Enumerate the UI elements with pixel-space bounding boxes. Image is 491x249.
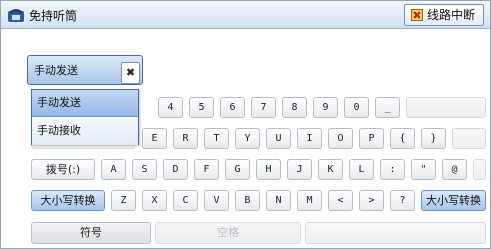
key-i[interactable]: I [297,128,322,149]
hang-up-button[interactable]: 线路中断 [403,4,484,26]
key-v[interactable]: V [204,190,229,211]
key-p[interactable]: P [359,128,384,149]
key-left-brace[interactable]: { [390,128,415,149]
key-g[interactable]: G [225,159,250,180]
key-s[interactable]: S [132,159,157,180]
key-shift-right[interactable]: 大小写转换 [421,190,486,211]
key-e[interactable]: E [142,128,167,149]
key-8[interactable]: 8 [282,97,307,118]
send-mode-dropdown[interactable]: 手动发送 ✖ [27,55,143,85]
key-y[interactable]: Y [235,128,260,149]
key-h[interactable]: H [256,159,281,180]
key-5[interactable]: 5 [189,97,214,118]
key-dial[interactable]: 拨号(:) [31,159,95,180]
menu-item-manual-send[interactable]: 手动发送 [32,90,138,117]
dropdown-selected-value: 手动发送 [34,64,78,77]
key-underscore[interactable]: _ [375,97,400,118]
key-f[interactable]: F [194,159,219,180]
key-space[interactable]: 空格 [155,222,301,244]
key-l[interactable]: L [349,159,374,180]
key-blank[interactable] [305,222,486,244]
key-r[interactable]: R [173,128,198,149]
key-u[interactable]: U [266,128,291,149]
key-j[interactable]: J [287,159,312,180]
telephone-icon [8,9,24,22]
key-blank[interactable] [452,128,486,149]
key-greater-than[interactable]: > [359,190,384,211]
key-6[interactable]: 6 [220,97,245,118]
key-shift-left[interactable]: 大小写转换 [31,190,105,211]
key-z[interactable]: Z [111,190,136,211]
title-bar: 免持听筒 线路中断 [1,1,490,29]
key-at[interactable]: @ [442,159,467,180]
key-b[interactable]: B [235,190,260,211]
key-colon[interactable]: : [380,159,405,180]
key-9[interactable]: 9 [313,97,338,118]
key-d[interactable]: D [163,159,188,180]
key-symbols[interactable]: 符号 [31,222,151,244]
key-4[interactable]: 4 [158,97,183,118]
key-blank[interactable] [473,159,486,180]
key-t[interactable]: T [204,128,229,149]
hang-up-icon [410,9,423,21]
key-x[interactable]: X [142,190,167,211]
key-0[interactable]: 0 [344,97,369,118]
key-o[interactable]: O [328,128,353,149]
key-m[interactable]: M [297,190,322,211]
key-k[interactable]: K [318,159,343,180]
key-a[interactable]: A [101,159,126,180]
key-quote[interactable]: " [411,159,436,180]
key-n[interactable]: N [266,190,291,211]
key-right-brace[interactable]: } [421,128,446,149]
dropdown-menu: 手动发送 手动接收 [31,89,139,145]
fax-keyboard-window: 免持听筒 线路中断 手动发送 ✖ 手动发送 手动接收 4 5 6 7 8 9 0… [0,0,491,249]
key-c[interactable]: C [173,190,198,211]
key-blank[interactable] [406,97,486,118]
hang-up-label: 线路中断 [426,8,475,22]
close-icon[interactable]: ✖ [121,62,140,84]
key-question[interactable]: ? [390,190,415,211]
key-7[interactable]: 7 [251,97,276,118]
window-title: 免持听筒 [29,9,78,23]
key-less-than[interactable]: < [328,190,353,211]
menu-item-manual-receive[interactable]: 手动接收 [32,118,138,145]
